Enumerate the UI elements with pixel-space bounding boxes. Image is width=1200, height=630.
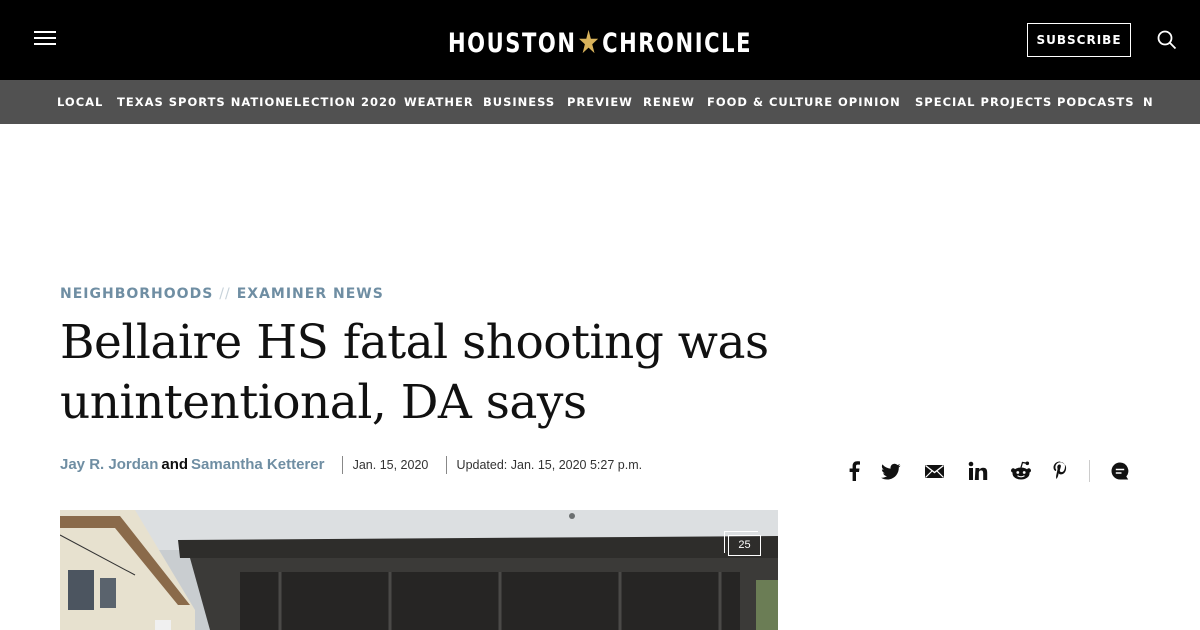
section-nav: LOCAL TEXAS SPORTS NATION ELECTION 2020 … — [0, 80, 1200, 124]
author-link-1[interactable]: Jay R. Jordan — [60, 456, 158, 473]
breadcrumb-examiner-news[interactable]: EXAMINER NEWS — [237, 286, 384, 302]
site-header: HOUSTON★CHRONICLE SUBSCRIBE — [0, 0, 1200, 80]
breadcrumb: NEIGHBORHOODS // EXAMINER NEWS — [60, 286, 384, 302]
updated-date: Updated: Jan. 15, 2020 5:27 p.m. — [456, 458, 643, 473]
author-link-2[interactable]: Samantha Ketterer — [191, 456, 324, 473]
nav-item-truncated[interactable]: N — [1143, 95, 1154, 109]
logo-text-right: CHRONICLE — [602, 28, 753, 59]
nav-item-podcasts[interactable]: PODCASTS — [1057, 95, 1135, 109]
comments-icon[interactable] — [1109, 460, 1131, 482]
article-headline: Bellaire HS fatal shooting was unintenti… — [60, 315, 769, 430]
logo-text-left: HOUSTON — [447, 28, 577, 59]
facebook-icon[interactable] — [847, 460, 861, 482]
article-byline: Jay R. Jordan and Samantha Ketterer Jan. 1… — [60, 456, 642, 476]
breadcrumb-neighborhoods[interactable]: NEIGHBORHOODS — [60, 286, 213, 302]
nav-item-local[interactable]: LOCAL — [57, 95, 103, 109]
hamburger-menu-icon[interactable] — [34, 31, 58, 49]
publish-date: Jan. 15, 2020 — [352, 458, 429, 473]
hero-image[interactable] — [60, 510, 778, 630]
breadcrumb-separator: // — [219, 286, 231, 302]
logo-star-icon: ★ — [577, 23, 602, 61]
nav-item-opinion[interactable]: OPINION — [838, 95, 901, 109]
share-divider — [1089, 460, 1090, 482]
byline-divider — [445, 456, 447, 475]
subscribe-button[interactable]: SUBSCRIBE — [1027, 23, 1131, 57]
nav-item-texas-sports-nation[interactable]: TEXAS SPORTS NATION — [117, 95, 286, 109]
nav-item-food-culture[interactable]: FOOD & CULTURE — [707, 95, 833, 109]
nav-item-election-2020[interactable]: ELECTION 2020 — [285, 95, 397, 109]
pinterest-icon[interactable] — [1052, 460, 1068, 482]
linkedin-icon[interactable] — [968, 460, 988, 482]
author-joiner: and — [161, 456, 189, 473]
gallery-count-badge[interactable]: 25 — [724, 531, 761, 556]
byline-divider — [341, 456, 343, 475]
nav-item-renew[interactable]: RENEW — [643, 95, 695, 109]
twitter-icon[interactable] — [881, 460, 901, 482]
site-logo[interactable]: HOUSTON★CHRONICLE — [132, 22, 1068, 61]
email-icon[interactable] — [924, 460, 945, 482]
search-icon[interactable] — [1157, 30, 1177, 50]
nav-item-weather[interactable]: WEATHER — [404, 95, 474, 109]
nav-item-preview[interactable]: PREVIEW — [567, 95, 633, 109]
nav-item-special-projects[interactable]: SPECIAL PROJECTS — [915, 95, 1052, 109]
nav-item-business[interactable]: BUSINESS — [483, 95, 555, 109]
reddit-icon[interactable] — [1010, 460, 1032, 482]
